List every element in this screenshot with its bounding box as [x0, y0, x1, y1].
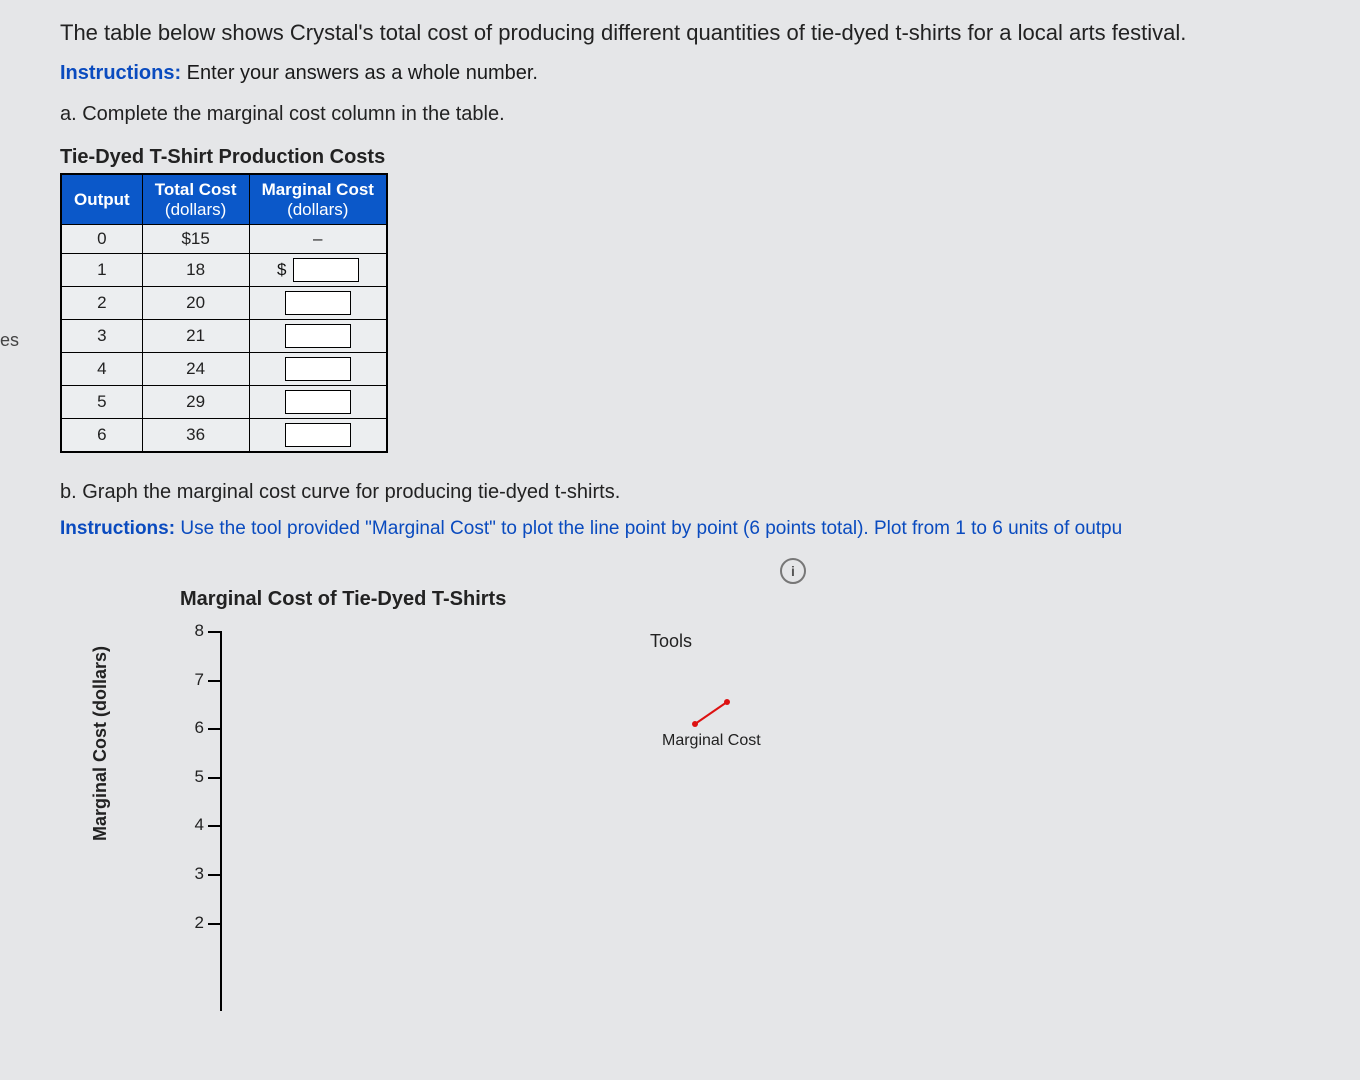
- y-tick: [208, 825, 220, 827]
- cell-output: 5: [61, 386, 142, 419]
- instructions-text: Enter your answers as a whole number.: [181, 62, 538, 84]
- dollar-sign: $: [277, 260, 286, 280]
- part-a-text: a. Complete the marginal cost column in …: [60, 103, 1360, 126]
- tools-label: Tools: [650, 631, 773, 652]
- cell-output: 4: [61, 353, 142, 386]
- tools-panel: Tools Marginal Cost: [650, 631, 773, 756]
- info-icon[interactable]: i: [780, 558, 806, 584]
- intro-text: The table below shows Crystal's total co…: [60, 20, 1360, 46]
- chart-axes: 8765432: [180, 631, 590, 1011]
- cell-total: $15: [142, 225, 249, 254]
- col-header-mc: Marginal Cost (dollars): [249, 174, 387, 225]
- cell-total: 29: [142, 386, 249, 419]
- cell-total: 24: [142, 353, 249, 386]
- y-tick: [208, 777, 220, 779]
- cell-mc: $: [249, 254, 387, 287]
- cell-mc: [249, 353, 387, 386]
- y-tick-label: 6: [180, 718, 204, 738]
- y-tick-label: 7: [180, 670, 204, 690]
- y-tick: [208, 923, 220, 925]
- y-tick-label: 3: [180, 864, 204, 884]
- cell-total: 21: [142, 320, 249, 353]
- table-title: Tie-Dyed T-Shirt Production Costs: [60, 146, 1360, 169]
- instructions2-text: Use the tool provided "Marginal Cost" to…: [175, 518, 1122, 539]
- y-tick-label: 8: [180, 621, 204, 641]
- col-header-output: Output: [61, 174, 142, 225]
- cell-mc: –: [249, 225, 387, 254]
- instructions2-line: Instructions: Use the tool provided "Mar…: [60, 518, 1360, 540]
- instructions-line: Instructions: Enter your answers as a wh…: [60, 62, 1360, 85]
- instructions-label: Instructions:: [60, 62, 181, 84]
- col-header-total-bot: (dollars): [143, 200, 249, 225]
- y-tick-label: 4: [180, 815, 204, 835]
- cell-total: 18: [142, 254, 249, 287]
- cell-mc: [249, 287, 387, 320]
- cell-mc: [249, 386, 387, 419]
- cell-output: 1: [61, 254, 142, 287]
- chart-area[interactable]: Marginal Cost (dollars) 8765432 Tools Ma…: [90, 631, 990, 1051]
- y-tick: [208, 874, 220, 876]
- cell-output: 2: [61, 287, 142, 320]
- cropped-sidebar-text: es: [0, 330, 19, 351]
- mc-input[interactable]: [285, 324, 351, 348]
- tool-label: Marginal Cost: [662, 732, 761, 749]
- cell-output: 6: [61, 419, 142, 453]
- mc-input[interactable]: [285, 291, 351, 315]
- cell-output: 0: [61, 225, 142, 254]
- cell-total: 20: [142, 287, 249, 320]
- col-header-mc-top: Marginal Cost: [250, 175, 386, 200]
- table-row: 118 $: [61, 254, 387, 287]
- col-header-mc-bot: (dollars): [250, 200, 386, 225]
- cell-total: 36: [142, 419, 249, 453]
- chart-title: Marginal Cost of Tie-Dyed T-Shirts: [180, 588, 1360, 611]
- marginal-cost-tool[interactable]: Marginal Cost: [650, 692, 773, 756]
- cell-output: 3: [61, 320, 142, 353]
- cost-table: Output Total Cost (dollars) Marginal Cos…: [60, 173, 388, 453]
- y-tick: [208, 680, 220, 682]
- table-row: 424: [61, 353, 387, 386]
- col-header-total: Total Cost (dollars): [142, 174, 249, 225]
- table-row: 0$15–: [61, 225, 387, 254]
- y-tick: [208, 631, 220, 633]
- y-tick-label: 2: [180, 913, 204, 933]
- mc-input[interactable]: [285, 423, 351, 447]
- table-row: 636: [61, 419, 387, 453]
- instructions2-label: Instructions:: [60, 518, 175, 539]
- table-row: 529: [61, 386, 387, 419]
- mc-input[interactable]: [285, 357, 351, 381]
- mc-input[interactable]: [293, 258, 359, 282]
- col-header-total-top: Total Cost: [143, 175, 249, 200]
- mc-input[interactable]: [285, 390, 351, 414]
- cell-mc: [249, 320, 387, 353]
- table-row: 220: [61, 287, 387, 320]
- table-row: 321: [61, 320, 387, 353]
- y-tick: [208, 728, 220, 730]
- y-tick-label: 5: [180, 767, 204, 787]
- y-axis-label: Marginal Cost (dollars): [90, 646, 111, 841]
- y-axis-line: [220, 631, 222, 1011]
- part-b-text: b. Graph the marginal cost curve for pro…: [60, 481, 1360, 504]
- cell-mc: [249, 419, 387, 453]
- line-tool-icon: [691, 698, 731, 728]
